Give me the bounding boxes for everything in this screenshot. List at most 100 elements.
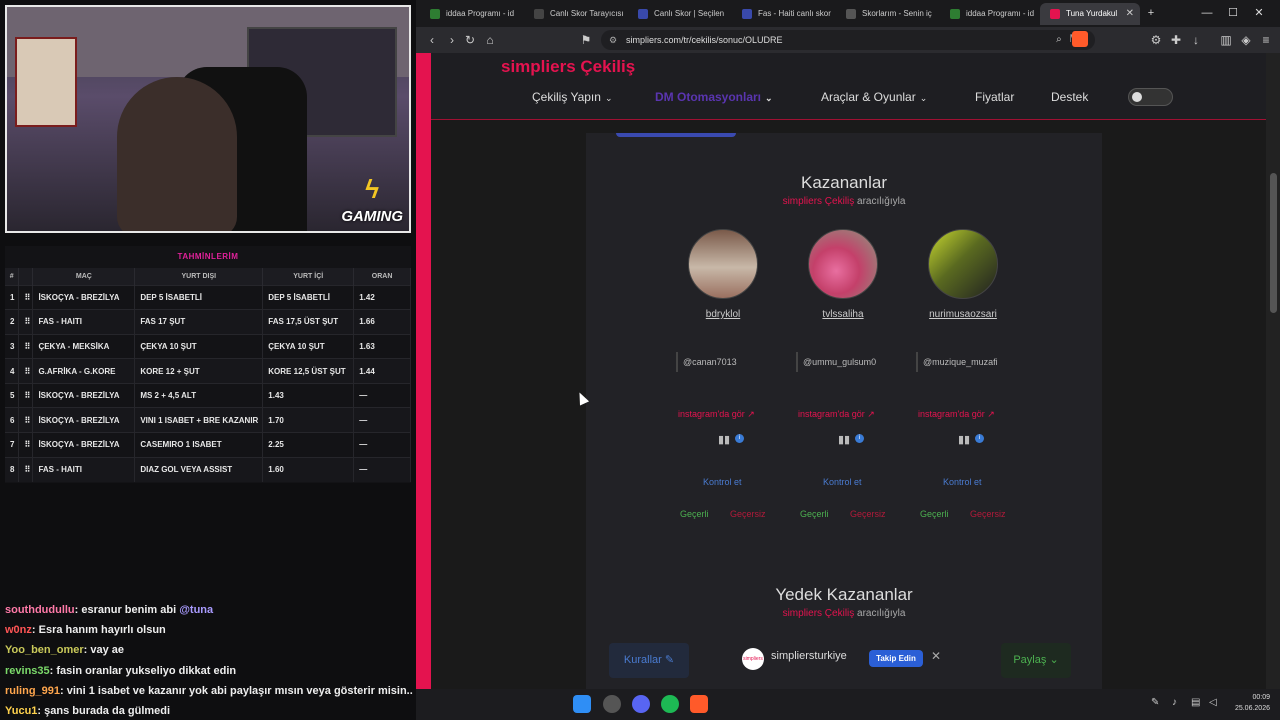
drag-handle-icon[interactable]: ⠿ — [18, 432, 34, 458]
site-logo[interactable]: simpliers Çekiliş — [501, 57, 635, 77]
external-link-icon: ↗ — [867, 409, 875, 419]
control-button-3[interactable]: Kontrol et — [943, 477, 982, 487]
reload-icon[interactable]: ↻ — [460, 30, 480, 50]
chat-username[interactable]: southdudullu — [5, 604, 75, 616]
close-icon[interactable]: ✕ — [931, 649, 941, 663]
chat-username[interactable]: Yucu1 — [5, 705, 37, 717]
control-button-2[interactable]: Kontrol et — [823, 477, 862, 487]
drag-handle-icon[interactable]: ⠿ — [18, 333, 34, 359]
puzzle-icon[interactable]: ✚ — [1166, 30, 1186, 50]
drag-handle-icon[interactable]: ⠿ — [18, 456, 34, 482]
winner-username[interactable]: bdryklol — [663, 309, 783, 320]
clock[interactable]: 00:09 25.06.2026 — [1235, 692, 1270, 714]
stats-icon[interactable]: ▮▮ — [958, 433, 970, 446]
chat-mention[interactable]: @tuna — [179, 604, 213, 616]
valid-button-3[interactable]: Geçerli — [920, 509, 949, 519]
minimize-button[interactable]: — — [1194, 0, 1220, 27]
stats-icon[interactable]: ▮▮ — [838, 433, 850, 446]
stats-icon[interactable]: ▮▮ — [718, 433, 730, 446]
tab-iddaa-2[interactable]: iddaa Programı - id — [940, 3, 1040, 25]
nav-fiyatlar[interactable]: Fiyatlar — [975, 90, 1014, 104]
tab-skorlarim[interactable]: Skorlarım - Senin iç — [836, 3, 936, 25]
windows-start-icon[interactable] — [573, 695, 591, 713]
close-tab-icon[interactable]: ✕ — [1126, 3, 1134, 25]
forward-icon[interactable]: › — [442, 30, 462, 50]
download-icon[interactable]: ↓ — [1186, 30, 1206, 50]
drag-handle-icon[interactable]: ⠿ — [18, 407, 34, 433]
winner-username[interactable]: tvlssaliha — [783, 309, 903, 320]
instagram-link-3[interactable]: instagram'da gör ↗ — [918, 409, 995, 420]
spotify-icon[interactable] — [661, 695, 679, 713]
valid-button-2[interactable]: Geçerli — [800, 509, 829, 519]
winner-username[interactable]: nurimusaozsari — [903, 309, 1023, 320]
pen-icon[interactable]: ✎ — [1151, 697, 1159, 708]
chat-username[interactable]: ruling_991 — [5, 685, 60, 697]
discord-icon[interactable] — [632, 695, 650, 713]
scrollbar[interactable] — [1266, 53, 1280, 689]
home-icon[interactable]: ⌂ — [480, 30, 500, 50]
sidebar-icon[interactable]: ▥ — [1216, 30, 1236, 50]
chat-text: : Esra hanım hayırlı olsun — [31, 624, 166, 637]
odd-cell: 1.63 — [353, 333, 411, 359]
chat-username[interactable]: w0nz — [5, 624, 32, 636]
nav-araclar[interactable]: Araçlar & Oyunlar ⌄ — [821, 90, 927, 104]
match-cell: ÇEKYA - MEKSİKA — [32, 333, 136, 359]
volume-icon[interactable]: ◁ — [1209, 697, 1217, 708]
address-bar[interactable]: ⚙ simpliers.com/tr/cekilis/sonuc/OLUDRE … — [601, 30, 1095, 50]
avatar — [928, 229, 998, 299]
prediction-row: 2 ⠿ FAS - HAITI FAS 17 ŞUT FAS 17,5 ÜST ŞUT 1… — [5, 309, 411, 335]
instagram-link-2[interactable]: instagram'da gör ↗ — [798, 409, 875, 420]
chat-username[interactable]: revins35 — [5, 665, 50, 677]
rules-button[interactable]: Kurallar ✎ — [609, 643, 689, 678]
tab-favicon — [638, 9, 648, 19]
valid-button-1[interactable]: Geçerli — [680, 509, 709, 519]
back-icon[interactable]: ‹ — [422, 30, 442, 50]
tab-favicon — [430, 9, 440, 19]
backup-subtitle: simpliers Çekiliş aracılığıyla — [782, 608, 906, 619]
new-tab-button[interactable]: + — [1138, 0, 1164, 27]
scrollbar-thumb[interactable] — [1270, 173, 1277, 313]
tab-iddaa-1[interactable]: iddaa Programı - id — [420, 3, 520, 25]
nav-dm-otomasyonlari[interactable]: DM Otomasyonları ⌄ — [655, 90, 773, 104]
nav-cekilis-yapin[interactable]: Çekiliş Yapın ⌄ — [532, 90, 612, 104]
chat-username[interactable]: Yoo_ben_omer — [5, 644, 84, 656]
theme-toggle[interactable] — [1128, 88, 1173, 106]
vpn-icon[interactable]: ◈ — [1236, 30, 1256, 50]
extensions-icon[interactable]: ⚙ — [1146, 30, 1166, 50]
brave-icon[interactable] — [690, 695, 708, 713]
drag-handle-icon[interactable]: ⠿ — [18, 382, 34, 408]
drag-handle-icon[interactable]: ⠿ — [18, 309, 34, 335]
col-home: YURT İÇİ — [262, 268, 355, 285]
site-info-icon[interactable]: ⚙ — [609, 30, 617, 50]
away-cell: CASEMIRO 1 ISABET — [134, 432, 264, 458]
maximize-button[interactable]: ☐ — [1220, 0, 1246, 27]
close-window-button[interactable]: ✕ — [1246, 0, 1272, 27]
predictions-panel: TAHMİNLERİM # MAÇ YURT DIŞI YURT İÇİ ORA… — [5, 246, 411, 483]
cam-poster — [15, 37, 77, 127]
invalid-button-2[interactable]: Geçersiz — [850, 509, 886, 519]
follow-button[interactable]: Takip Edin — [869, 650, 923, 667]
external-link-icon: ↗ — [747, 409, 755, 419]
control-button-1[interactable]: Kontrol et — [703, 477, 742, 487]
edit-icon: ✎ — [664, 654, 675, 666]
drag-handle-icon[interactable]: ⠿ — [18, 358, 34, 384]
mic-icon[interactable]: ♪ — [1172, 697, 1177, 708]
drag-handle-icon[interactable]: ⠿ — [18, 284, 34, 310]
follow-account-name: simpliersturkiye — [771, 650, 847, 662]
tab-tuna-yurdakul[interactable]: Tuna Yurdakul ✕ — [1040, 3, 1140, 25]
bookmark-icon[interactable]: ⚑ — [576, 30, 596, 50]
instagram-link-1[interactable]: instagram'da gör ↗ — [678, 409, 755, 420]
backup-winners-title: Yedek Kazananlar — [775, 585, 913, 604]
share-button[interactable]: Paylaş ⌄ — [1001, 643, 1071, 678]
nav-destek[interactable]: Destek — [1051, 90, 1088, 104]
tab-fas-haiti[interactable]: Fas - Haiti canlı skor — [732, 3, 832, 25]
brave-shield-icon[interactable] — [1072, 31, 1088, 47]
menu-icon[interactable]: ≡ — [1256, 30, 1276, 50]
settings-icon[interactable] — [603, 695, 621, 713]
tab-canli-skor-1[interactable]: Canlı Skor Tarayıcısı — [524, 3, 624, 25]
network-icon[interactable]: ▤ — [1191, 697, 1200, 708]
tab-canli-skor-2[interactable]: Canlı Skor | Seçilen — [628, 3, 728, 25]
invalid-button-1[interactable]: Geçersiz — [730, 509, 766, 519]
invalid-button-3[interactable]: Geçersiz — [970, 509, 1006, 519]
odd-cell: — — [353, 382, 411, 408]
